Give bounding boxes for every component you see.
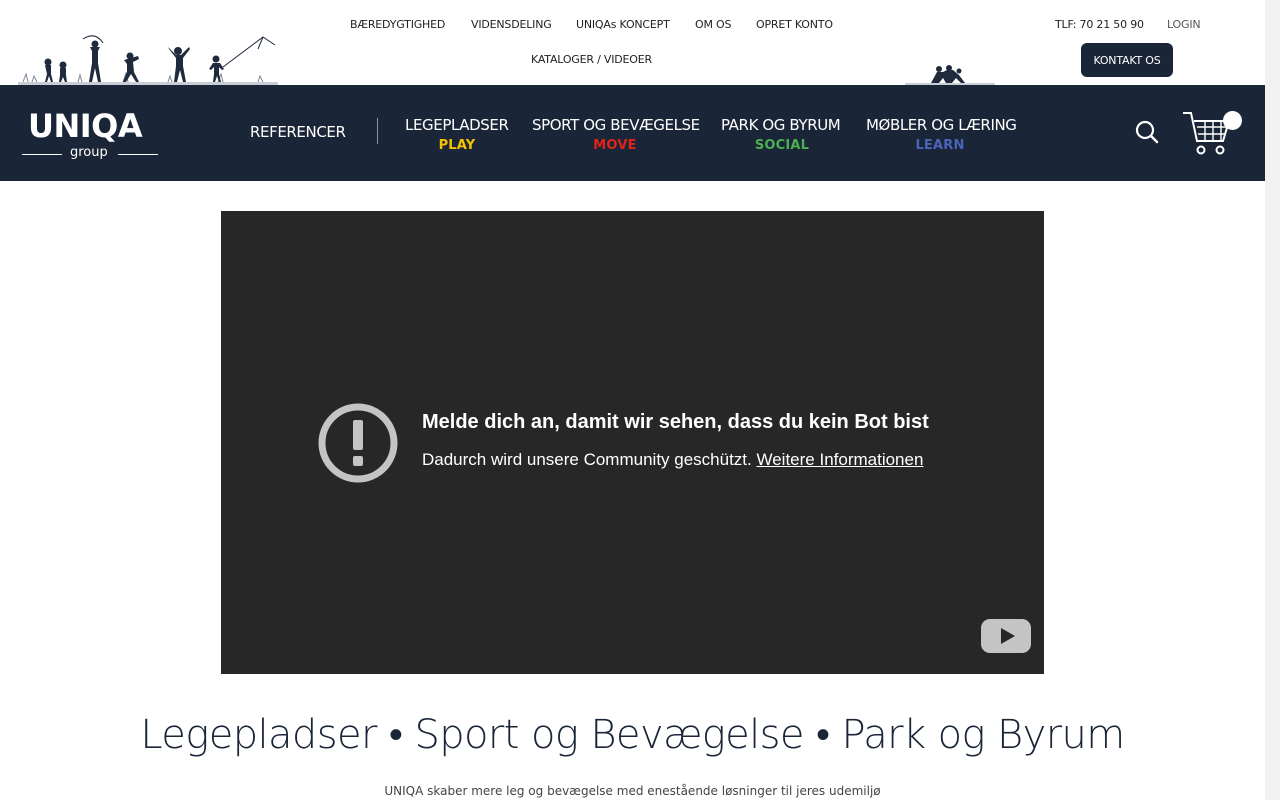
search-icon[interactable] — [1134, 119, 1160, 145]
youtube-embed[interactable]: Melde dich an, damit wir sehen, dass du … — [221, 211, 1044, 674]
playing-children-silhouette — [18, 35, 278, 85]
logo-wordmark: UNIQA — [28, 107, 143, 145]
nav-item-sport[interactable]: SPORT OG BEVÆGELSE — [532, 116, 700, 134]
logo-rule-left — [22, 154, 62, 155]
top-link-sustainability[interactable]: BÆREDYGTIGHED — [350, 18, 445, 31]
login-link[interactable]: LOGIN — [1167, 18, 1201, 31]
top-link-catalogs-videos[interactable]: KATALOGER / VIDEOER — [531, 53, 652, 66]
video-error-title: Melde dich an, damit wir sehen, dass du … — [422, 411, 929, 433]
uniqa-logo[interactable]: UNIQA group — [22, 107, 158, 161]
nav-item-playgrounds[interactable]: LEGEPLADSER — [405, 116, 509, 134]
scrollbar[interactable] — [1265, 0, 1280, 800]
main-navigation: UNIQA group REFERENCER LEGEPLADSER PLAY … — [0, 85, 1265, 181]
nav-item-furniture[interactable]: MØBLER OG LÆRING — [866, 116, 1017, 134]
page-subheading: UNIQA skaber mere leg og bevægelse med e… — [384, 784, 881, 798]
nav-sub-learn: LEARN — [915, 138, 965, 153]
nav-sub-social: SOCIAL — [754, 138, 810, 153]
top-link-about[interactable]: OM OS — [695, 18, 731, 31]
top-link-create-account[interactable]: OPRET KONTO — [756, 18, 833, 31]
video-error-text: Dadurch wird unsere Community geschützt. — [422, 450, 757, 469]
nav-divider — [377, 118, 378, 144]
page: BÆREDYGTIGHED VIDENSDELING UNIQAs KONCEP… — [0, 0, 1280, 800]
top-link-knowledge-sharing[interactable]: VIDENSDELING — [471, 18, 552, 31]
nav-sub-move: MOVE — [593, 138, 637, 153]
video-error-body: Dadurch wird unsere Community geschützt.… — [422, 450, 923, 470]
nav-sub-play: PLAY — [438, 138, 476, 153]
cart-badge — [1223, 111, 1242, 130]
more-info-link[interactable]: Weitere Informationen — [756, 450, 923, 469]
phone-link[interactable]: TLF: 70 21 50 90 — [1055, 18, 1144, 31]
children-silhouette-right — [905, 65, 995, 85]
logo-rule-right — [118, 154, 158, 155]
youtube-icon[interactable] — [980, 618, 1032, 654]
page-headline: Legepladser • Sport og Bevægelse • Park … — [140, 712, 1125, 758]
logo-subtext: group — [70, 145, 108, 160]
nav-references[interactable]: REFERENCER — [250, 123, 346, 141]
top-utility-bar: BÆREDYGTIGHED VIDENSDELING UNIQAs KONCEP… — [0, 0, 1265, 85]
contact-button[interactable]: KONTAKT OS — [1081, 43, 1173, 77]
top-link-concept[interactable]: UNIQAs KONCEPT — [576, 18, 670, 31]
exclamation-icon — [318, 403, 398, 483]
nav-item-park[interactable]: PARK OG BYRUM — [721, 116, 841, 134]
